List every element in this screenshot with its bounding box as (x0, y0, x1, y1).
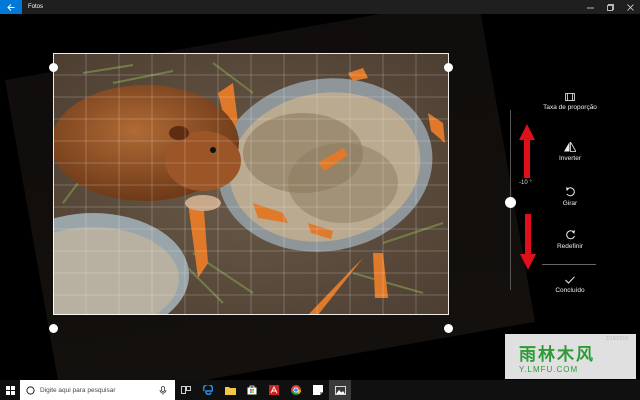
windows-logo-icon (5, 385, 15, 395)
flip-label: Inverter (558, 155, 582, 162)
file-explorer-icon (224, 386, 236, 395)
reset-label: Redefinir (556, 243, 583, 250)
crop-frame (53, 53, 449, 315)
back-arrow-icon (7, 3, 15, 11)
edge-button[interactable] (197, 380, 219, 400)
watermark-text: 雨林木风 (519, 344, 595, 364)
maximize-button[interactable] (600, 0, 620, 14)
acrobat-button[interactable] (263, 380, 285, 400)
minimize-button[interactable] (580, 0, 600, 14)
microphone-icon (159, 385, 167, 394)
cortana-icon (26, 385, 35, 395)
sticky-notes-icon (313, 385, 323, 395)
taskbar-search-box[interactable]: Digite aqui para pesquisar (20, 380, 175, 400)
acrobat-icon (269, 385, 279, 395)
crop-handle-bottom-right[interactable] (444, 324, 453, 333)
minimize-icon (586, 7, 594, 8)
photos-app-window: Fotos -10 ° Taxa de proporção Inverter G… (0, 0, 640, 400)
watermark-url: Y.LMFU.COM (519, 364, 579, 374)
photos-icon (334, 385, 346, 395)
file-explorer-button[interactable] (219, 380, 241, 400)
sticky-notes-button[interactable] (307, 380, 329, 400)
checkmark-icon (565, 276, 575, 284)
back-button[interactable] (0, 0, 22, 14)
crop-handle-top-right[interactable] (444, 63, 453, 72)
app-title: Fotos (28, 4, 44, 10)
close-icon (626, 3, 634, 11)
flip-button[interactable]: Inverter (540, 142, 600, 163)
reset-icon (565, 230, 575, 240)
photos-button[interactable] (329, 380, 351, 400)
chrome-icon (291, 385, 301, 395)
rotation-angle-label: -10 ° (519, 180, 532, 186)
task-view-button[interactable] (175, 380, 197, 400)
tool-divider (542, 264, 596, 265)
rotate-label: Girar (562, 200, 578, 207)
crop-handle-top-left[interactable] (49, 63, 58, 72)
store-button[interactable] (241, 380, 263, 400)
taskbar: Digite aqui para pesquisar (0, 380, 640, 400)
done-button[interactable]: Concluído (540, 276, 600, 295)
title-bar: Fotos (0, 0, 640, 14)
task-view-icon (181, 386, 191, 394)
done-label: Concluído (555, 287, 585, 294)
arrow-down-icon (520, 214, 536, 270)
rotation-slider-thumb[interactable] (505, 197, 516, 208)
aspect-ratio-label: Taxa de proporção (543, 104, 597, 111)
flip-icon (564, 142, 576, 152)
rotate-icon (565, 187, 575, 197)
chrome-button[interactable] (285, 380, 307, 400)
edge-icon (203, 385, 213, 395)
reset-button[interactable]: Redefinir (540, 229, 600, 251)
close-button[interactable] (620, 0, 640, 14)
rotate-button[interactable]: Girar (540, 186, 600, 208)
maximize-icon (606, 3, 614, 11)
arrow-up-icon (519, 124, 535, 178)
clock-date: 2/19/2018 (605, 336, 628, 342)
store-icon (247, 385, 257, 395)
aspect-ratio-button[interactable]: Taxa de proporção (540, 93, 600, 112)
crop-handle-bottom-left[interactable] (49, 324, 58, 333)
search-placeholder: Digite aqui para pesquisar (40, 386, 116, 394)
watermark-logo: 2/19/2018 雨林木风 Y.LMFU.COM (505, 334, 636, 379)
start-button[interactable] (0, 380, 20, 400)
aspect-ratio-icon (565, 93, 575, 101)
